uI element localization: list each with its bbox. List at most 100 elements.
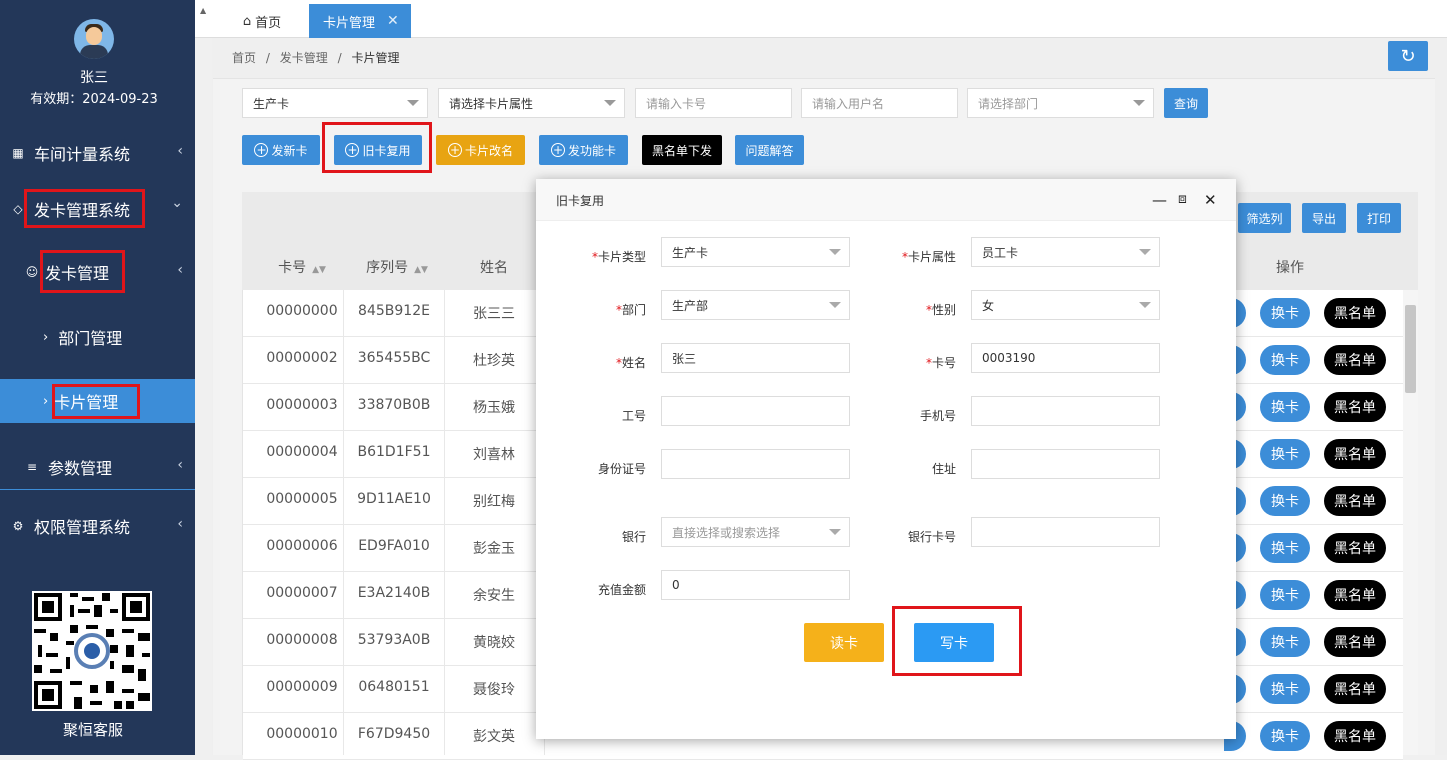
card-attr-select[interactable]: 请选择卡片属性 xyxy=(438,88,625,118)
tab-card-management-label: 卡片管理 xyxy=(323,15,376,31)
cell-card-no: 00000007 xyxy=(266,585,338,601)
write-card-button[interactable]: 写卡 xyxy=(914,623,994,662)
blacklist-button[interactable]: 黑名单 xyxy=(1324,486,1386,516)
close-icon[interactable]: ✕ xyxy=(1204,191,1217,209)
nav-card-list[interactable]: › 卡片管理 xyxy=(0,379,195,423)
chevron-left-icon: ‹ xyxy=(177,262,183,278)
sort-icon[interactable]: ▲▼ xyxy=(414,265,428,275)
grid-icon: ▦ xyxy=(12,146,24,160)
export-button[interactable]: 导出 xyxy=(1302,203,1346,233)
breadcrumb-home[interactable]: 首页 xyxy=(232,51,256,65)
cell-card-no: 00000009 xyxy=(266,679,338,695)
refresh-button[interactable]: ↻ xyxy=(1388,41,1428,71)
swap-card-button[interactable]: 换卡 xyxy=(1260,674,1310,704)
recharge-input[interactable]: 0 xyxy=(661,570,850,600)
read-card-button[interactable]: 读卡 xyxy=(804,623,884,662)
caret-down-icon xyxy=(1139,249,1151,255)
blacklist-button[interactable]: 黑名单 xyxy=(1324,580,1386,610)
blacklist-button[interactable]: 黑名单 xyxy=(1324,439,1386,469)
blacklist-button[interactable]: 黑名单 xyxy=(1324,674,1386,704)
tab-home[interactable]: ⌂ 首页 xyxy=(228,4,296,38)
nav-workshop-system[interactable]: ▦ 车间计量系统 ‹ xyxy=(0,133,195,173)
blacklist-button[interactable]: 黑名单 xyxy=(1324,533,1386,563)
tab-card-management[interactable]: 卡片管理 ✕ xyxy=(309,4,411,38)
column-divider xyxy=(343,290,344,755)
scrollbar-thumb[interactable] xyxy=(1405,305,1416,393)
nav-card-system[interactable]: ◇ 发卡管理系统 ⌄ xyxy=(0,189,195,229)
address-input[interactable] xyxy=(971,449,1160,479)
dept-select[interactable]: 请选择部门 xyxy=(967,88,1154,118)
function-card-button[interactable]: + 发功能卡 xyxy=(539,135,628,165)
cell-serial: 33870B0B xyxy=(357,397,431,413)
nav-params[interactable]: ≡ 参数管理 ‹ xyxy=(0,447,195,487)
emp-no-input[interactable] xyxy=(661,396,850,426)
faq-button[interactable]: 问题解答 xyxy=(735,135,804,165)
phone-input[interactable] xyxy=(971,396,1160,426)
close-icon[interactable]: ✕ xyxy=(387,13,399,29)
column-header-card-no-label: 卡号 xyxy=(278,260,307,276)
rename-card-label: 卡片改名 xyxy=(464,143,513,158)
blacklist-issue-button[interactable]: 黑名单下发 xyxy=(642,135,722,165)
swap-card-button[interactable]: 换卡 xyxy=(1260,486,1310,516)
blacklist-button[interactable]: 黑名单 xyxy=(1324,298,1386,328)
cell-serial: 53793A0B xyxy=(357,632,431,648)
sort-icon[interactable]: ▲▼ xyxy=(312,265,326,275)
bank-card-input[interactable] xyxy=(971,517,1160,547)
breadcrumb-current: 卡片管理 xyxy=(351,51,400,65)
swap-card-button[interactable]: 换卡 xyxy=(1260,345,1310,375)
collapse-toggle-icon[interactable]: ▲ xyxy=(200,6,206,15)
blacklist-button[interactable]: 黑名单 xyxy=(1324,392,1386,422)
minimize-icon[interactable]: — xyxy=(1152,191,1167,209)
user-avatar[interactable] xyxy=(74,19,114,59)
blacklist-button[interactable]: 黑名单 xyxy=(1324,345,1386,375)
caret-down-icon xyxy=(604,100,616,106)
rename-card-button[interactable]: + 卡片改名 xyxy=(436,135,525,165)
label-address: 住址 xyxy=(931,462,956,476)
dept-placeholder: 请选择部门 xyxy=(978,96,1039,111)
name-input[interactable]: 张三 xyxy=(661,343,850,373)
card-type-select[interactable]: 生产卡 xyxy=(242,88,428,118)
dept-select[interactable]: 生产部 xyxy=(661,290,850,320)
blacklist-button[interactable]: 黑名单 xyxy=(1324,721,1386,751)
card-type-value: 生产卡 xyxy=(672,245,709,260)
new-card-button[interactable]: + 发新卡 xyxy=(242,135,320,165)
chevron-left-icon: ‹ xyxy=(177,143,183,159)
cell-name: 张三三 xyxy=(473,306,515,322)
swap-card-button[interactable]: 换卡 xyxy=(1260,627,1310,657)
swap-card-button[interactable]: 换卡 xyxy=(1260,298,1310,328)
qr-code xyxy=(32,591,152,711)
cell-name: 别红梅 xyxy=(473,494,515,510)
plus-circle-icon: + xyxy=(254,143,269,157)
swap-card-button[interactable]: 换卡 xyxy=(1260,392,1310,422)
username-input[interactable]: 请输入用户名 xyxy=(801,88,958,118)
maximize-icon[interactable]: ⧈ xyxy=(1178,191,1187,207)
card-attr-select[interactable]: 员工卡 xyxy=(971,237,1160,267)
swap-card-button[interactable]: 换卡 xyxy=(1260,721,1310,751)
column-header-serial[interactable]: 序列号 ▲▼ xyxy=(352,257,442,277)
nav-permission-system[interactable]: ⚙ 权限管理系统 ‹ xyxy=(0,506,195,546)
swap-card-button[interactable]: 换卡 xyxy=(1260,533,1310,563)
nav-card-mgmt[interactable]: ☺ 发卡管理 ‹ xyxy=(0,252,195,292)
card-no-input[interactable]: 0003190 xyxy=(971,343,1160,373)
blacklist-button[interactable]: 黑名单 xyxy=(1324,627,1386,657)
swap-card-button[interactable]: 换卡 xyxy=(1260,580,1310,610)
filter-columns-button[interactable]: 筛选列 xyxy=(1238,203,1291,233)
breadcrumb-section[interactable]: 发卡管理 xyxy=(280,51,328,65)
card-type-select[interactable]: 生产卡 xyxy=(661,237,850,267)
swap-card-button[interactable]: 换卡 xyxy=(1260,439,1310,469)
card-no-input[interactable]: 请输入卡号 xyxy=(635,88,792,118)
bank-select[interactable]: 直接选择或搜索选择 xyxy=(661,517,850,547)
caret-down-icon xyxy=(829,302,841,308)
sidebar: 张三 有效期：2024-09-23 ▦ 车间计量系统 ‹ ◇ 发卡管理系统 ⌄ … xyxy=(0,0,195,755)
column-header-card-no[interactable]: 卡号 ▲▼ xyxy=(262,257,342,277)
gender-select[interactable]: 女 xyxy=(971,290,1160,320)
nav-dept-mgmt[interactable]: › 部门管理 xyxy=(0,315,195,359)
reuse-card-button[interactable]: + 旧卡复用 xyxy=(334,135,422,165)
query-button[interactable]: 查询 xyxy=(1164,88,1208,118)
label-dept: *部门 xyxy=(615,303,646,317)
cell-name: 彭金玉 xyxy=(473,541,515,557)
breadcrumb-separator: / xyxy=(265,51,270,65)
plus-circle-icon: + xyxy=(345,143,360,157)
id-no-input[interactable] xyxy=(661,449,850,479)
print-button[interactable]: 打印 xyxy=(1357,203,1401,233)
